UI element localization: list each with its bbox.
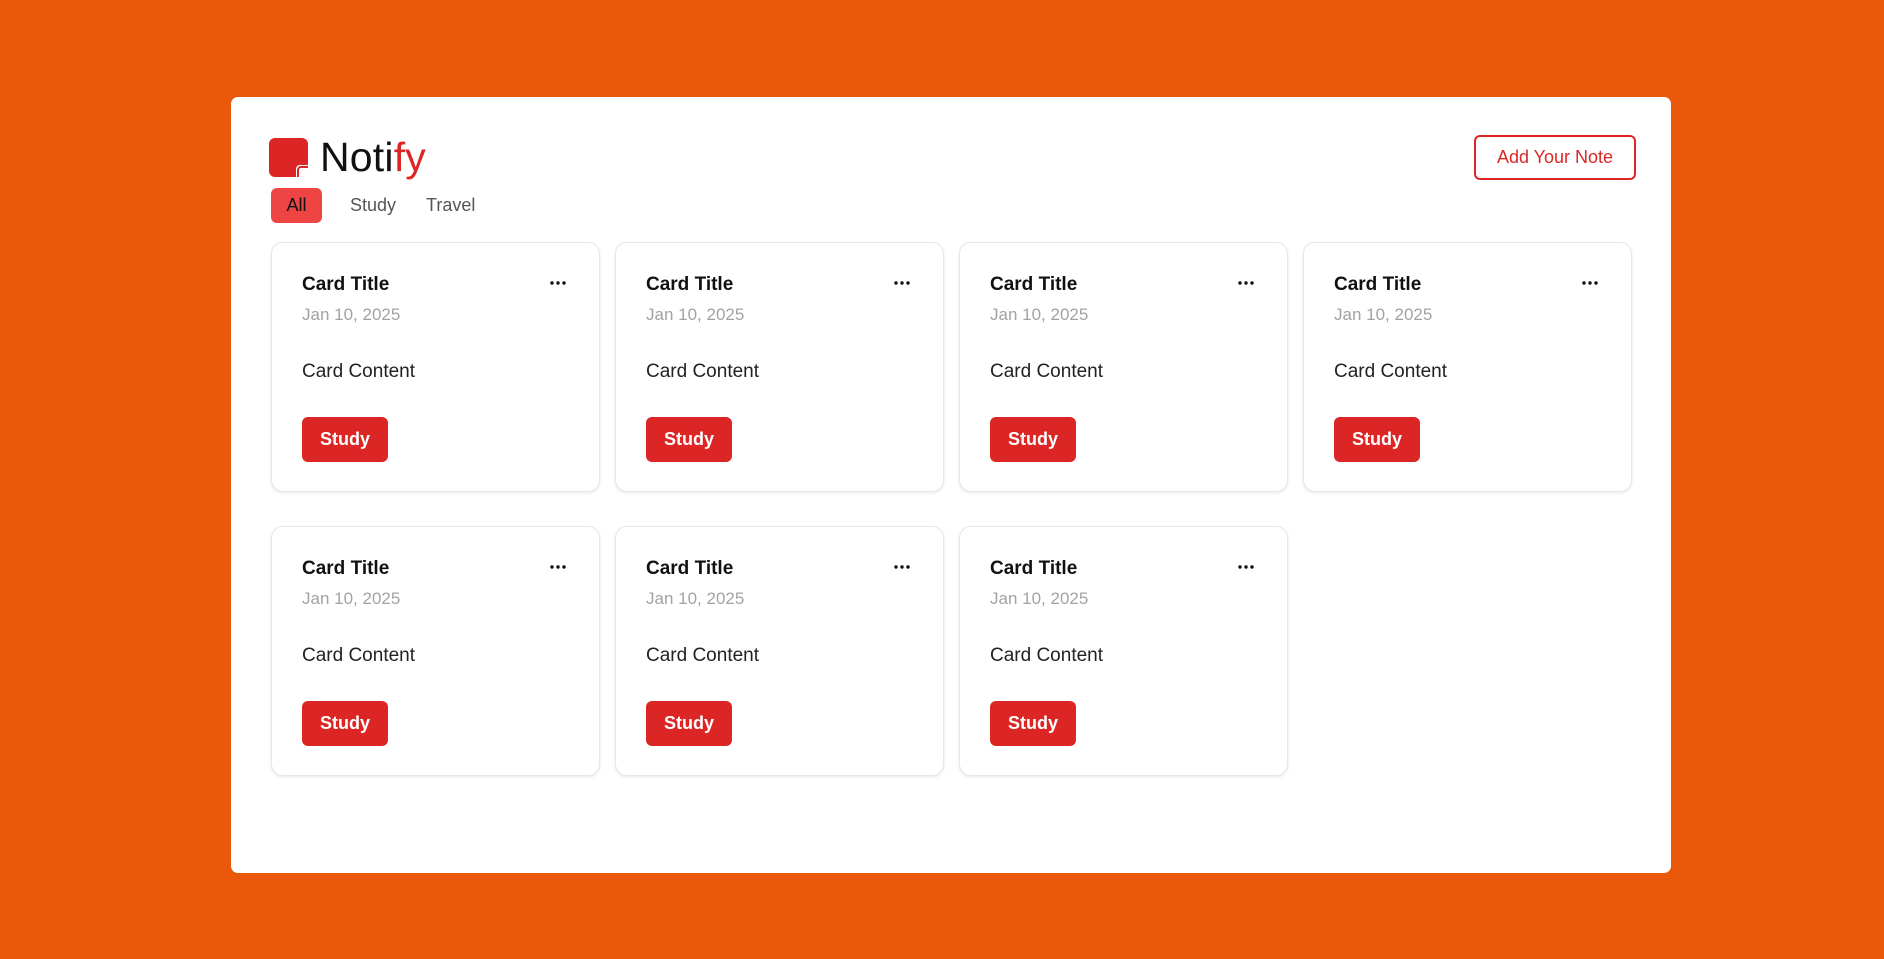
- note-card: Card Title Jan 10, 2025 Card Content Stu…: [615, 526, 944, 776]
- more-horizontal-icon[interactable]: [892, 557, 912, 577]
- notes-grid: Card Title Jan 10, 2025 Card Content Stu…: [271, 242, 1632, 776]
- card-tag-button[interactable]: Study: [646, 701, 732, 746]
- more-horizontal-icon[interactable]: [1236, 557, 1256, 577]
- card-title: Card Title: [990, 274, 1078, 295]
- card-date: Jan 10, 2025: [302, 589, 401, 608]
- brand-name: Notify: [320, 135, 426, 179]
- card-title: Card Title: [990, 558, 1078, 579]
- add-note-button[interactable]: Add Your Note: [1474, 135, 1636, 180]
- card-tag-button[interactable]: Study: [302, 701, 388, 746]
- card-title: Card Title: [646, 558, 734, 579]
- card-title: Card Title: [302, 558, 390, 579]
- category-tabs: All Study Travel: [271, 188, 491, 223]
- card-date: Jan 10, 2025: [990, 589, 1089, 608]
- more-horizontal-icon[interactable]: [1580, 273, 1600, 293]
- card-content: Card Content: [990, 645, 1104, 666]
- card-tag-button[interactable]: Study: [1334, 417, 1420, 462]
- more-horizontal-icon[interactable]: [1236, 273, 1256, 293]
- brand: Notify: [269, 135, 426, 179]
- card-date: Jan 10, 2025: [302, 305, 401, 324]
- sticky-note-icon: [269, 137, 308, 177]
- tab-travel[interactable]: Travel: [412, 188, 489, 223]
- card-title: Card Title: [1334, 274, 1422, 295]
- note-card: Card Title Jan 10, 2025 Card Content Stu…: [615, 242, 944, 492]
- card-title: Card Title: [302, 274, 390, 295]
- more-horizontal-icon[interactable]: [548, 273, 568, 293]
- note-card: Card Title Jan 10, 2025 Card Content Stu…: [271, 526, 600, 776]
- note-card: Card Title Jan 10, 2025 Card Content Stu…: [1303, 242, 1632, 492]
- card-date: Jan 10, 2025: [646, 589, 745, 608]
- card-tag-button[interactable]: Study: [646, 417, 732, 462]
- more-horizontal-icon[interactable]: [548, 557, 568, 577]
- tab-study[interactable]: Study: [336, 188, 410, 223]
- more-horizontal-icon[interactable]: [892, 273, 912, 293]
- card-content: Card Content: [302, 645, 416, 666]
- note-card: Card Title Jan 10, 2025 Card Content Stu…: [271, 242, 600, 492]
- card-tag-button[interactable]: Study: [302, 417, 388, 462]
- card-content: Card Content: [302, 361, 416, 382]
- brand-name-suffix: fy: [393, 134, 427, 180]
- note-card: Card Title Jan 10, 2025 Card Content Stu…: [959, 526, 1288, 776]
- card-tag-button[interactable]: Study: [990, 417, 1076, 462]
- card-date: Jan 10, 2025: [1334, 305, 1433, 324]
- card-date: Jan 10, 2025: [646, 305, 745, 324]
- card-date: Jan 10, 2025: [990, 305, 1089, 324]
- tab-all[interactable]: All: [271, 188, 322, 223]
- card-title: Card Title: [646, 274, 734, 295]
- brand-name-prefix: Noti: [320, 134, 394, 180]
- card-content: Card Content: [646, 361, 760, 382]
- note-card: Card Title Jan 10, 2025 Card Content Stu…: [959, 242, 1288, 492]
- notes-panel: Notify Add Your Note All Study Travel Ca…: [231, 97, 1671, 873]
- card-content: Card Content: [990, 361, 1104, 382]
- card-content: Card Content: [646, 645, 760, 666]
- card-tag-button[interactable]: Study: [990, 701, 1076, 746]
- card-content: Card Content: [1334, 361, 1448, 382]
